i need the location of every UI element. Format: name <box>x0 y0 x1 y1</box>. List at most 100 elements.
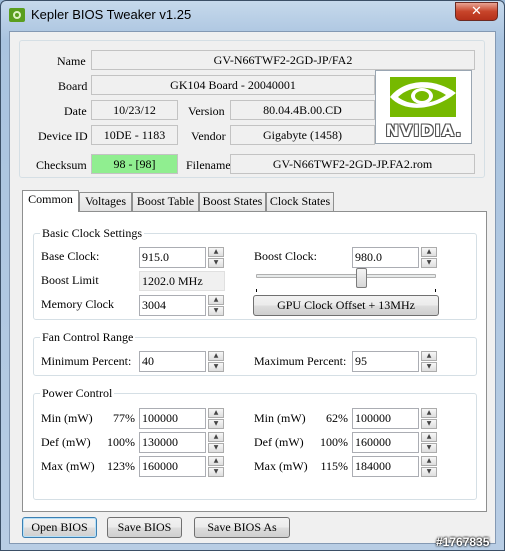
power-right-def-input[interactable]: 160000 <box>352 432 419 453</box>
arrow-up-icon[interactable]: ▲ <box>421 432 437 442</box>
memory-clock-input[interactable]: 3004 <box>139 295 206 316</box>
arrow-up-icon[interactable]: ▲ <box>208 295 224 305</box>
nvidia-app-icon <box>9 8 25 22</box>
fan-min-label: Minimum Percent: <box>41 354 132 368</box>
power-right-max-pct: 115% <box>320 459 348 473</box>
tab-common[interactable]: Common <box>22 190 79 212</box>
power-right-min-label: Min (mW) <box>254 411 306 425</box>
tab-voltages[interactable]: Voltages <box>79 192 132 211</box>
board-label: Board <box>58 79 88 93</box>
power-left-min-input[interactable]: 100000 <box>139 408 206 429</box>
vendor-field: Gigabyte (1458) <box>230 125 375 145</box>
arrow-down-icon[interactable]: ▼ <box>421 467 437 477</box>
arrow-up-icon[interactable]: ▲ <box>208 351 224 361</box>
power-left-max-pct: 123% <box>107 459 135 473</box>
base-clock-label: Base Clock: <box>41 249 100 263</box>
memory-clock-stepper[interactable]: ▲ ▼ <box>208 295 224 316</box>
power-left-min-label: Min (mW) <box>41 411 93 425</box>
client-area: Name GV-N66TWF2-2GD-JP/FA2 Board GK104 B… <box>9 31 496 544</box>
title-bar[interactable]: Kepler BIOS Tweaker v1.25 ✕ <box>1 1 504 31</box>
tab-clock-states[interactable]: Clock States <box>266 192 334 211</box>
version-field: 80.04.4B.00.CD <box>230 100 375 120</box>
boost-clock-stepper[interactable]: ▲ ▼ <box>421 247 437 268</box>
power-right-def-label: Def (mW) <box>254 435 304 449</box>
arrow-down-icon[interactable]: ▼ <box>208 419 224 429</box>
boost-clock-label: Boost Clock: <box>254 249 318 263</box>
device-id-label: Device ID <box>38 129 88 143</box>
device-id-field: 10DE - 1183 <box>91 125 178 145</box>
date-field: 10/23/12 <box>91 100 178 120</box>
base-clock-stepper[interactable]: ▲ ▼ <box>208 247 224 268</box>
slider-ticks <box>256 289 436 292</box>
arrow-down-icon[interactable]: ▼ <box>421 362 437 372</box>
fan-control-group: Fan Control Range Minimum Percent: 40 ▲ ▼… <box>33 330 477 376</box>
fan-max-stepper[interactable]: ▲ ▼ <box>421 351 437 372</box>
power-left-def-stepper[interactable]: ▲ ▼ <box>208 432 224 453</box>
power-left-min-pct: 77% <box>113 411 135 425</box>
arrow-up-icon[interactable]: ▲ <box>421 351 437 361</box>
gpu-clock-offset-button[interactable]: GPU Clock Offset + 13MHz <box>253 295 439 316</box>
slider-track[interactable] <box>256 274 436 278</box>
slider-thumb[interactable] <box>356 268 367 288</box>
boost-limit-label: Boost Limit <box>41 273 99 287</box>
basic-clock-title: Basic Clock Settings <box>40 226 144 241</box>
arrow-down-icon[interactable]: ▼ <box>208 362 224 372</box>
boost-clock-input[interactable]: 980.0 <box>352 247 419 268</box>
power-control-group: Power Control Min (mW) 77% 100000 ▲ ▼ Def… <box>33 386 477 500</box>
arrow-up-icon[interactable]: ▲ <box>208 408 224 418</box>
tab-boost-states[interactable]: Boost States <box>199 192 266 211</box>
arrow-down-icon[interactable]: ▼ <box>421 419 437 429</box>
arrow-down-icon[interactable]: ▼ <box>421 443 437 453</box>
power-right-max-label: Max (mW) <box>254 459 308 473</box>
arrow-down-icon[interactable]: ▼ <box>208 258 224 268</box>
close-button[interactable]: ✕ <box>455 2 498 21</box>
power-left-min-stepper[interactable]: ▲ ▼ <box>208 408 224 429</box>
app-window: Kepler BIOS Tweaker v1.25 ✕ Name GV-N66T… <box>0 0 505 551</box>
checksum-field: 98 - [98] <box>91 154 178 174</box>
power-left-def-pct: 100% <box>107 435 135 449</box>
version-label: Version <box>188 104 225 118</box>
power-right-def-pct: 100% <box>320 435 348 449</box>
fan-min-input[interactable]: 40 <box>139 351 206 372</box>
power-right-min-stepper[interactable]: ▲ ▼ <box>421 408 437 429</box>
arrow-up-icon[interactable]: ▲ <box>208 456 224 466</box>
arrow-down-icon[interactable]: ▼ <box>421 258 437 268</box>
memory-clock-label: Memory Clock <box>41 297 114 311</box>
bios-info-group: Name GV-N66TWF2-2GD-JP/FA2 Board GK104 B… <box>19 40 485 178</box>
arrow-down-icon[interactable]: ▼ <box>208 467 224 477</box>
arrow-up-icon[interactable]: ▲ <box>208 247 224 257</box>
checksum-label: Checksum <box>36 158 87 172</box>
power-right-def-stepper[interactable]: ▲ ▼ <box>421 432 437 453</box>
vendor-label: Vendor <box>191 129 226 143</box>
power-left-def-input[interactable]: 130000 <box>139 432 206 453</box>
base-clock-input[interactable]: 915.0 <box>139 247 206 268</box>
power-right-min-pct: 62% <box>326 411 348 425</box>
fan-control-title: Fan Control Range <box>40 330 136 345</box>
arrow-down-icon[interactable]: ▼ <box>208 306 224 316</box>
power-right-min-input[interactable]: 100000 <box>352 408 419 429</box>
save-bios-as-button[interactable]: Save BIOS As <box>194 517 290 538</box>
save-bios-button[interactable]: Save BIOS <box>107 517 182 538</box>
boost-limit-field: 1202.0 MHz <box>139 271 225 291</box>
arrow-up-icon[interactable]: ▲ <box>421 456 437 466</box>
date-label: Date <box>64 104 87 118</box>
arrow-up-icon[interactable]: ▲ <box>208 432 224 442</box>
power-right-max-stepper[interactable]: ▲ ▼ <box>421 456 437 477</box>
fan-min-stepper[interactable]: ▲ ▼ <box>208 351 224 372</box>
arrow-up-icon[interactable]: ▲ <box>421 247 437 257</box>
power-left-max-stepper[interactable]: ▲ ▼ <box>208 456 224 477</box>
name-field: GV-N66TWF2-2GD-JP/FA2 <box>91 50 475 70</box>
filename-field: GV-N66TWF2-2GD-JP.FA2.rom <box>230 154 475 174</box>
clock-offset-slider[interactable] <box>256 268 436 292</box>
open-bios-button[interactable]: Open BIOS <box>22 517 97 538</box>
power-left-max-input[interactable]: 160000 <box>139 456 206 477</box>
basic-clock-group: Basic Clock Settings Base Clock: 915.0 ▲… <box>33 226 477 320</box>
tab-boost-table[interactable]: Boost Table <box>132 192 199 211</box>
arrow-up-icon[interactable]: ▲ <box>421 408 437 418</box>
fan-max-input[interactable]: 95 <box>352 351 419 372</box>
power-right-max-input[interactable]: 184000 <box>352 456 419 477</box>
arrow-down-icon[interactable]: ▼ <box>208 443 224 453</box>
window-title: Kepler BIOS Tweaker v1.25 <box>31 7 192 22</box>
nvidia-wordmark: NVIDIA. <box>385 121 463 140</box>
power-left-def-label: Def (mW) <box>41 435 91 449</box>
